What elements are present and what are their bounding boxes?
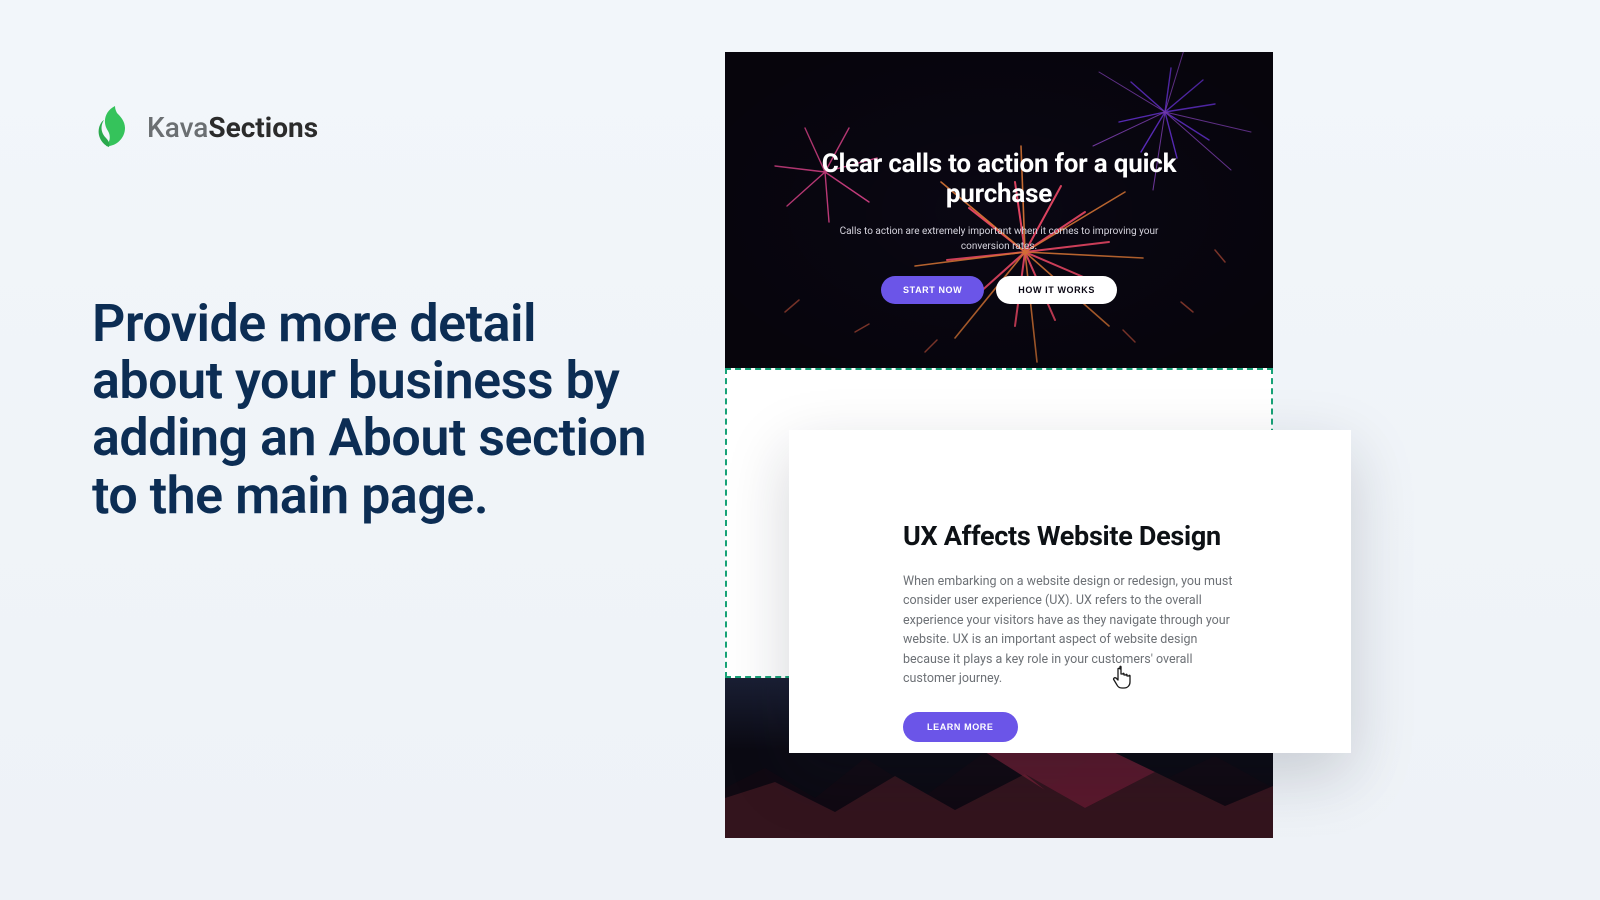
brand-logo-icon [95, 103, 135, 151]
hero-button-row: START NOW HOW IT WORKS [725, 276, 1273, 304]
brand-name-light: Kava [147, 111, 208, 144]
promo-headline: Provide more detail about your business … [92, 295, 652, 524]
how-it-works-button[interactable]: HOW IT WORKS [996, 276, 1117, 304]
hero-subtitle: Calls to action are extremely important … [819, 224, 1179, 254]
brand-name-bold: Sections [208, 111, 318, 144]
about-section-card[interactable]: UX Affects Website Design When embarking… [789, 430, 1351, 753]
hero-title: Clear calls to action for a quick purcha… [819, 150, 1179, 210]
hero-section-preview: Clear calls to action for a quick purcha… [725, 52, 1273, 368]
brand-lockup: KavaSections [95, 103, 318, 151]
brand-name: KavaSections [147, 111, 318, 144]
promo-canvas: KavaSections Provide more detail about y… [0, 0, 1600, 900]
about-card-body: When embarking on a website design or re… [903, 572, 1243, 688]
start-now-button[interactable]: START NOW [881, 276, 984, 304]
about-card-title: UX Affects Website Design [903, 520, 1291, 552]
learn-more-button[interactable]: LEARN MORE [903, 712, 1018, 742]
